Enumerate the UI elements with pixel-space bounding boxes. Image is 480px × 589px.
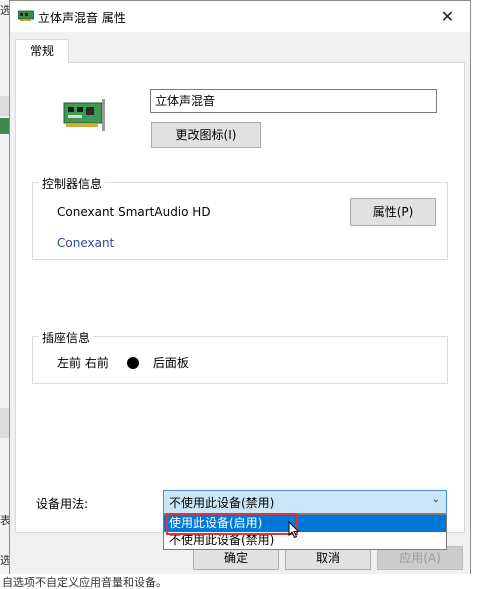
window-title: 立体声混音 属性	[38, 11, 126, 25]
background-card-icon	[0, 118, 9, 134]
controller-info-legend: 控制器信息	[39, 175, 106, 192]
device-name-input[interactable]: 立体声混音	[150, 89, 437, 113]
close-button[interactable]: ✕	[425, 1, 470, 32]
sound-card-icon	[63, 99, 105, 131]
background-panel	[0, 96, 9, 116]
controller-properties-button[interactable]: 属性(P)	[350, 198, 436, 226]
properties-dialog: 立体声混音 属性 ✕ 常规 立体声混音 更改图标(I) 控制器信息 Conexa…	[9, 0, 471, 578]
mouse-cursor-icon	[288, 521, 300, 539]
device-usage-label: 设备用法:	[36, 497, 89, 511]
chevron-down-icon: ⌄	[431, 494, 440, 505]
controller-vendor-link[interactable]: Conexant	[57, 236, 114, 250]
jack-info-row: 左前 右前 后面板	[57, 354, 189, 371]
jack-location: 左前 右前	[57, 356, 109, 370]
title-bar[interactable]: 立体声混音 属性 ✕	[10, 1, 470, 32]
controller-name: Conexant SmartAudio HD	[57, 205, 211, 219]
controller-info-group: 控制器信息 Conexant SmartAudio HD Conexant 属性…	[32, 175, 448, 260]
jack-color-dot	[126, 356, 139, 369]
jack-info-legend: 插座信息	[39, 329, 94, 346]
jack-panel: 后面板	[152, 356, 189, 370]
close-icon: ✕	[440, 7, 455, 26]
highlight-box	[166, 513, 298, 535]
device-usage-select[interactable]: 不使用此设备(禁用) ⌄	[163, 490, 447, 514]
device-usage-value: 不使用此设备(禁用)	[169, 496, 275, 510]
sound-card-icon	[18, 10, 34, 21]
background-panel	[0, 408, 9, 438]
tab-general[interactable]: 常规	[15, 39, 69, 63]
change-icon-button[interactable]: 更改图标(I)	[151, 122, 261, 148]
jack-info-group: 插座信息 左前 右前 后面板	[32, 329, 448, 384]
background-text: 自选项不自定义应用音量和设备。	[0, 574, 480, 589]
